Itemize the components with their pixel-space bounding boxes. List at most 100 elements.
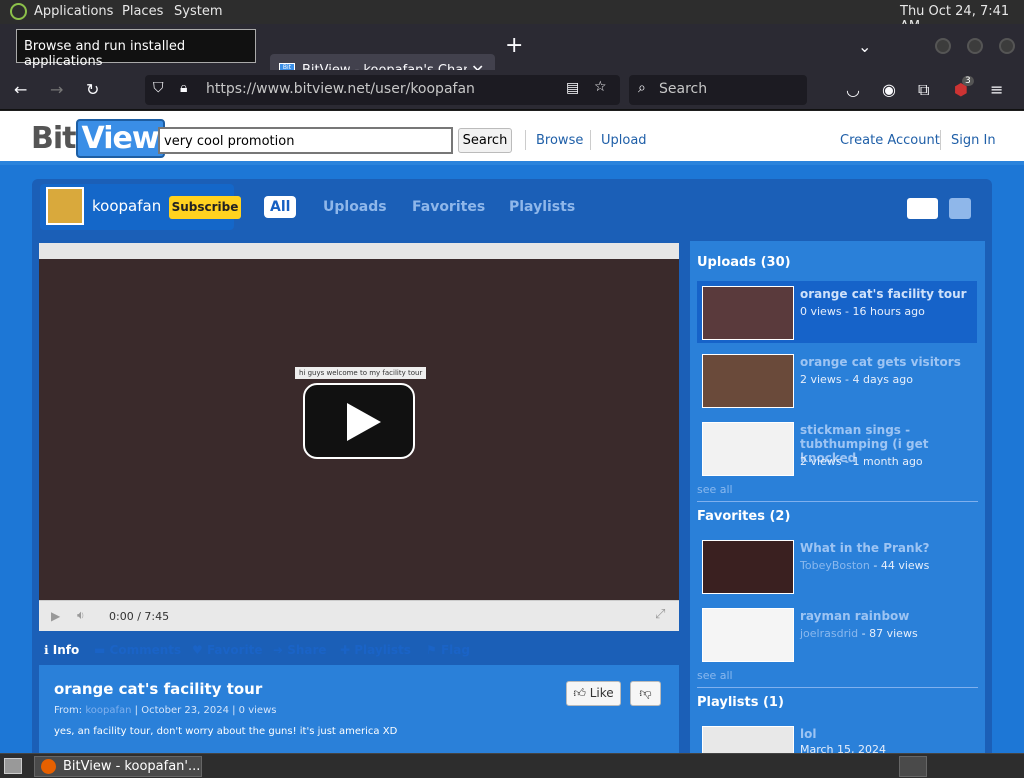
- author-link[interactable]: koopafan: [85, 705, 131, 716]
- lock-icon[interactable]: 🔒︎: [180, 80, 187, 96]
- item-meta: 0 views - 16 hours ago: [800, 305, 925, 318]
- extensions-icon[interactable]: ⧉: [918, 80, 929, 100]
- like-button[interactable]: 👍︎ Like: [566, 681, 621, 706]
- channel-name[interactable]: koopafan: [92, 197, 161, 215]
- url-bar[interactable]: ⛉ 🔒︎ https://www.bitview.net/user/koopaf…: [145, 75, 620, 105]
- applications-menu[interactable]: Applications: [34, 4, 113, 19]
- video-thumbnail: [702, 608, 794, 662]
- see-all-uploads-link[interactable]: see all: [697, 483, 733, 496]
- new-tab-icon[interactable]: +: [505, 35, 523, 57]
- channel-container: koopafan Subscribe All Uploads Favorites…: [32, 179, 992, 753]
- divider: [525, 130, 526, 150]
- taskbar-window-label: BitView - koopafan'...: [63, 759, 201, 774]
- play-control-icon[interactable]: ▶: [51, 609, 60, 623]
- taskbar-window-button[interactable]: BitView - koopafan'...: [34, 756, 202, 777]
- list-item[interactable]: stickman sings - tubthumping (i get knoc…: [697, 417, 977, 479]
- bookmark-star-icon[interactable]: ☆: [594, 79, 607, 95]
- system-top-bar: Applications Places System Thu Oct 24, 7…: [0, 0, 1024, 34]
- places-menu[interactable]: Places: [122, 4, 163, 19]
- reader-view-icon[interactable]: ▤: [566, 80, 579, 96]
- show-desktop-icon[interactable]: [4, 758, 22, 774]
- account-icon[interactable]: ◉: [882, 80, 896, 100]
- forward-arrow-icon[interactable]: →: [50, 80, 63, 100]
- avatar[interactable]: [46, 187, 84, 225]
- like-label: Like: [589, 686, 614, 700]
- uploads-header[interactable]: Uploads (30): [697, 255, 791, 270]
- firefox-tray-icon[interactable]: [899, 756, 927, 777]
- pocket-icon[interactable]: ◡: [846, 80, 860, 100]
- divider: [590, 130, 591, 150]
- tab-favorite[interactable]: ♥ Favorite: [192, 643, 263, 657]
- player-controls: ▶ 🔉︎ 0:00 / 7:45 ⤢: [39, 600, 679, 631]
- video-thumbnail: [702, 540, 794, 594]
- bitview-logo[interactable]: Bit View: [31, 119, 165, 159]
- firefox-icon: [41, 759, 56, 774]
- item-title: orange cat gets visitors: [800, 355, 961, 369]
- applications-tooltip: Browse and run installed applications: [16, 29, 256, 69]
- dislike-button[interactable]: 👎︎: [630, 681, 661, 706]
- author-link[interactable]: joelrasdrid: [800, 627, 858, 640]
- from-label: From:: [54, 705, 83, 716]
- tab-comments[interactable]: ▬ Comments: [94, 643, 181, 657]
- minimize-window-icon[interactable]: [935, 38, 951, 54]
- subscribe-button[interactable]: Subscribe: [169, 196, 241, 219]
- item-meta: 2 views - 1 month ago: [800, 455, 923, 468]
- taskbar: BitView - koopafan'...: [0, 753, 1024, 778]
- favorites-header[interactable]: Favorites (2): [697, 509, 790, 524]
- player-view-icon[interactable]: [907, 198, 938, 219]
- reload-icon[interactable]: ↻: [86, 80, 99, 100]
- tab-uploads[interactable]: Uploads: [323, 199, 387, 215]
- system-menu[interactable]: System: [174, 4, 222, 19]
- playlists-header[interactable]: Playlists (1): [697, 695, 784, 710]
- list-item[interactable]: orange cat's facility tour 0 views - 16 …: [697, 281, 977, 343]
- video-player[interactable]: hi guys welcome to my facility tour ▶ 🔉︎…: [39, 243, 679, 631]
- tab-flag-label: Flag: [440, 643, 470, 657]
- browser-search-field[interactable]: ⌕ Search: [629, 75, 807, 105]
- item-date: March 15, 2024: [800, 743, 887, 753]
- site-search-input[interactable]: very cool promotion: [158, 127, 453, 154]
- tab-all[interactable]: All: [264, 196, 297, 218]
- play-icon[interactable]: [303, 383, 415, 459]
- video-frame-top: [39, 243, 679, 259]
- tab-playlists[interactable]: Playlists: [509, 199, 575, 215]
- list-item[interactable]: What in the Prank? TobeyBoston - 44 view…: [697, 535, 977, 597]
- tab-comments-label: Comments: [109, 643, 182, 657]
- fullscreen-icon[interactable]: ⤢: [655, 607, 665, 622]
- tab-flag[interactable]: ⚑ Flag: [426, 643, 470, 657]
- tab-playlists-action[interactable]: ✚ Playlists: [340, 643, 411, 657]
- list-tabs-chevron-down-icon[interactable]: ⌄: [858, 37, 871, 57]
- tab-favorites[interactable]: Favorites: [412, 199, 485, 215]
- sign-in-link[interactable]: Sign In: [951, 133, 996, 148]
- divider: [697, 687, 978, 688]
- video-meta: From: koopafan | October 23, 2024 | 0 vi…: [54, 705, 276, 716]
- applications-icon[interactable]: [10, 3, 27, 20]
- search-icon: ⌕: [638, 80, 646, 96]
- browse-link[interactable]: Browse: [536, 133, 583, 148]
- author-link[interactable]: TobeyBoston: [800, 559, 870, 572]
- see-all-favorites-link[interactable]: see all: [697, 669, 733, 682]
- grid-view-icon[interactable]: [949, 198, 971, 219]
- video-description: yes, an facility tour, don't worry about…: [54, 726, 398, 737]
- tab-info[interactable]: ℹ Info: [44, 643, 79, 657]
- list-item[interactable]: lol March 15, 2024: [697, 721, 977, 753]
- views: - 87 views: [858, 627, 918, 640]
- web-page: Bit View very cool promotion Search Brows…: [0, 111, 1024, 753]
- site-search-button[interactable]: Search: [458, 128, 512, 153]
- video-thumbnail: [702, 422, 794, 476]
- views: - 44 views: [869, 559, 930, 572]
- item-meta: TobeyBoston - 44 views: [800, 559, 929, 572]
- volume-icon[interactable]: 🔉︎: [77, 608, 85, 623]
- upload-link[interactable]: Upload: [601, 133, 647, 148]
- create-account-link[interactable]: Create Account: [840, 133, 940, 148]
- list-item[interactable]: orange cat gets visitors 2 views - 4 day…: [697, 349, 977, 411]
- close-window-icon[interactable]: [999, 38, 1015, 54]
- tab-info-label: Info: [52, 643, 80, 657]
- maximize-window-icon[interactable]: [967, 38, 983, 54]
- shield-icon[interactable]: ⛉: [153, 80, 164, 96]
- menu-hamburger-icon[interactable]: ≡: [990, 80, 1003, 100]
- tab-playlists-label: Playlists: [354, 643, 411, 657]
- item-meta: joelrasdrid - 87 views: [800, 627, 918, 640]
- back-arrow-icon[interactable]: ←: [14, 80, 27, 100]
- list-item[interactable]: rayman rainbow joelrasdrid - 87 views: [697, 603, 977, 665]
- tab-share[interactable]: ➜ Share: [273, 643, 327, 657]
